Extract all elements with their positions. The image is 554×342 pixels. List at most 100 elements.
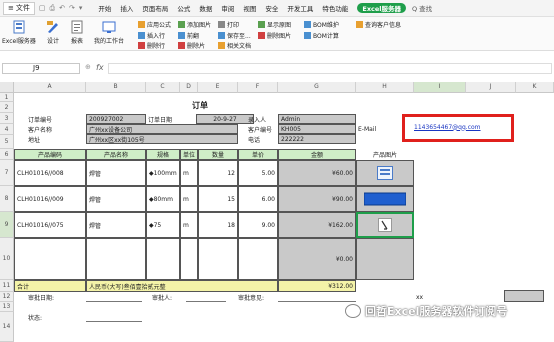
tab-review[interactable]: 审阅 <box>221 3 234 13</box>
item-image-cell[interactable] <box>356 186 414 212</box>
tab-excel-server[interactable]: Excel服务器 <box>357 3 406 13</box>
row-header[interactable]: 8 <box>0 186 14 212</box>
approver-field[interactable] <box>186 292 226 302</box>
entry-person-field[interactable]: Admin <box>278 114 356 124</box>
empty-image-cell[interactable] <box>356 238 414 280</box>
gray-field[interactable] <box>504 290 544 302</box>
column-header[interactable]: A <box>14 82 86 93</box>
excel-server-button[interactable]: Excel服务器 <box>2 20 36 45</box>
column-header[interactable]: C <box>146 82 180 93</box>
row-header[interactable]: 10 <box>0 238 14 280</box>
empty-cell[interactable] <box>180 238 198 280</box>
product-thumbnail-icon[interactable] <box>378 218 392 232</box>
row-header[interactable]: 3 <box>0 113 14 124</box>
address-field[interactable]: 广州xx区xx街105号 <box>86 134 238 144</box>
row-header-selected[interactable]: 9 <box>0 212 14 238</box>
add-image-button[interactable]: 添加图片 <box>178 20 211 29</box>
related-docs-button[interactable]: 相关文档 <box>218 41 251 50</box>
phone-field[interactable]: 222222 <box>278 134 356 144</box>
row-header[interactable]: 12 <box>0 292 14 302</box>
design-button[interactable]: 设计 <box>46 20 60 45</box>
approve-date-field[interactable] <box>86 292 142 302</box>
item-image-cell[interactable] <box>356 160 414 186</box>
tab-home[interactable]: 开始 <box>98 3 111 13</box>
status-field[interactable] <box>86 312 142 322</box>
empty-cell[interactable] <box>14 238 86 280</box>
fx-icon[interactable]: fx <box>96 63 104 72</box>
print-icon[interactable]: ⎙ <box>50 4 56 13</box>
item-spec[interactable]: ◆75 <box>146 212 180 238</box>
row-header[interactable]: 11 <box>0 280 14 292</box>
tab-data[interactable]: 数据 <box>199 3 212 13</box>
report-button[interactable]: 报表 <box>70 20 84 45</box>
item-qty[interactable]: 12 <box>198 160 238 186</box>
column-header[interactable]: J <box>466 82 516 93</box>
column-header[interactable]: H <box>356 82 414 93</box>
select-all-corner[interactable] <box>0 82 14 93</box>
product-thumbnail-icon[interactable] <box>364 192 406 206</box>
item-unit[interactable]: m <box>180 160 198 186</box>
save-to-button[interactable]: 保存至... <box>218 31 251 40</box>
column-header-selected[interactable]: I <box>414 82 466 93</box>
row-header[interactable]: 2 <box>0 102 14 113</box>
item-qty[interactable]: 18 <box>198 212 238 238</box>
apply-formula-button[interactable]: 应用公式 <box>138 20 171 29</box>
delete-image-button[interactable]: 删除图片 <box>258 31 291 40</box>
workbench-button[interactable]: 我的工作台 <box>94 20 124 45</box>
prev-button[interactable]: 前翻 <box>178 31 199 40</box>
column-header[interactable]: F <box>238 82 278 93</box>
order-no-field[interactable]: 200927002 <box>86 114 146 124</box>
redo-icon[interactable]: ↷ <box>69 4 75 13</box>
item-unit[interactable]: m <box>180 212 198 238</box>
product-thumbnail-icon[interactable] <box>377 166 393 180</box>
show-original-button[interactable]: 显示原图 <box>258 20 291 29</box>
item-name[interactable]: 焊管 <box>86 160 146 186</box>
row-header[interactable]: 5 <box>0 135 14 149</box>
item-spec[interactable]: ◆80mm <box>146 186 180 212</box>
name-box[interactable]: J9 <box>2 63 80 74</box>
delete-image-button-small[interactable]: 删除片 <box>178 41 205 50</box>
item-qty[interactable]: 15 <box>198 186 238 212</box>
tab-formulas[interactable]: 公式 <box>177 3 190 13</box>
dropdown-icon[interactable]: ▾ <box>79 4 83 13</box>
empty-cell[interactable] <box>238 238 278 280</box>
query-customer-button[interactable]: 查询客户信息 <box>356 20 401 29</box>
customer-no-field[interactable]: KH005 <box>278 124 356 134</box>
bom-calc-button[interactable]: BOM计算 <box>304 31 339 40</box>
row-header[interactable]: 4 <box>0 124 14 135</box>
item-name[interactable]: 焊管 <box>86 186 146 212</box>
empty-cell[interactable] <box>86 238 146 280</box>
row-header[interactable]: 1 <box>0 93 14 102</box>
row-header[interactable]: 7 <box>0 160 14 186</box>
print-button[interactable]: 打印 <box>218 20 239 29</box>
zoom-icon[interactable]: ⊕ <box>85 63 91 71</box>
item-spec[interactable]: ◆100mm <box>146 160 180 186</box>
item-price[interactable]: 6.00 <box>238 186 278 212</box>
search-button[interactable]: Q 查找 <box>412 3 432 13</box>
tab-insert[interactable]: 插入 <box>120 3 133 13</box>
item-unit[interactable]: m <box>180 186 198 212</box>
column-header[interactable]: B <box>86 82 146 93</box>
tab-features[interactable]: 特色功能 <box>322 3 348 13</box>
row-header[interactable]: 14 <box>0 312 14 342</box>
column-header[interactable]: D <box>180 82 198 93</box>
tab-view[interactable]: 视图 <box>243 3 256 13</box>
empty-cell[interactable] <box>146 238 180 280</box>
tab-security[interactable]: 安全 <box>265 3 278 13</box>
save-icon[interactable]: ▢ <box>39 4 46 13</box>
approve-opinion-field[interactable] <box>278 292 356 302</box>
file-menu-button[interactable]: ≡ 文件 <box>3 1 35 15</box>
empty-cell[interactable] <box>198 238 238 280</box>
item-price[interactable]: 9.00 <box>238 212 278 238</box>
column-header[interactable]: G <box>278 82 356 93</box>
customer-field[interactable]: 广州xx设备公司 <box>86 124 238 134</box>
tab-page-layout[interactable]: 页面布局 <box>142 3 168 13</box>
column-header[interactable]: E <box>198 82 238 93</box>
item-price[interactable]: 5.00 <box>238 160 278 186</box>
formula-input[interactable] <box>108 63 552 74</box>
bom-maintain-button[interactable]: BOM维护 <box>304 20 339 29</box>
item-code[interactable]: CLH01016//075 <box>14 212 86 238</box>
item-name[interactable]: 焊管 <box>86 212 146 238</box>
row-header[interactable]: 13 <box>0 302 14 312</box>
item-image-cell-selected[interactable] <box>356 212 414 238</box>
